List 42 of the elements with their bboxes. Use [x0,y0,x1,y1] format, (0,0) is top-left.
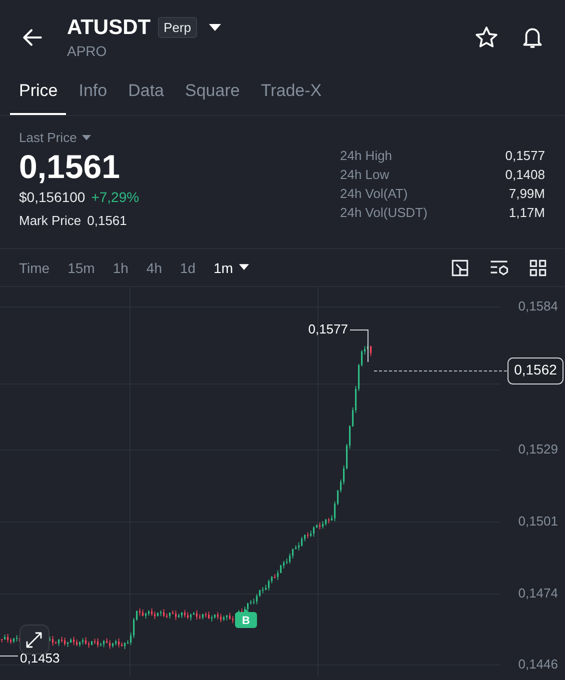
tab[interactable]: Data [119,70,172,115]
mark-price-value: 0,1561 [87,213,127,228]
stat-value: 7,99M [508,186,545,201]
stat-label: 24h Vol(USDT) [340,205,428,220]
star-icon[interactable] [474,24,499,50]
tab[interactable]: Trade-X [252,70,330,115]
low-price-label: 0,1453 [20,650,60,666]
mark-price-label: Mark Price [19,213,82,228]
caret-icon [239,264,250,271]
high-price-label: 0,1577 [308,321,348,336]
price-change: +7,29% [91,189,140,205]
usd-price: $0,156100 [19,189,86,205]
stat-value: 0,1577 [504,148,545,163]
subtitle: APRO [67,42,108,58]
last-price: 0,1561 [19,148,121,186]
expand-button[interactable] [20,624,50,654]
interval-tab[interactable]: 4h [137,256,171,280]
buy-marker: B [235,609,257,628]
axis-label: 0,1446 [518,656,558,672]
symbol-title: ATUSDT [67,16,151,40]
interval-tab[interactable]: 1h [104,256,138,280]
stat-label: 24h High [340,148,394,163]
tab[interactable]: Info [70,70,116,115]
price-type-label[interactable]: Last Price [19,130,77,145]
axis-label: 0,1584 [518,298,558,314]
interval-tab[interactable]: 1d [170,256,205,280]
axis-label: 0,1501 [518,513,558,528]
axis-label: 0,1474 [518,585,558,600]
leader-line [350,330,368,362]
interval-tab[interactable]: Time [10,256,59,280]
contract-badge: Perp [158,17,198,38]
tab[interactable]: Square [176,70,248,115]
stat-label: 24h Low [340,167,390,182]
stat-value: 0,1408 [504,167,545,182]
stat-label: 24h Vol(AT) [340,186,409,201]
axis-label: 0,1529 [518,441,558,456]
dropdown-icon[interactable] [209,24,222,32]
stat-value: 1,17M [508,205,545,220]
tab[interactable]: Price [10,70,66,115]
interval-tab[interactable]: 15m [58,256,104,280]
interval-tab[interactable]: 1m [204,256,258,280]
current-price-tag: 0,1562 [508,358,564,384]
